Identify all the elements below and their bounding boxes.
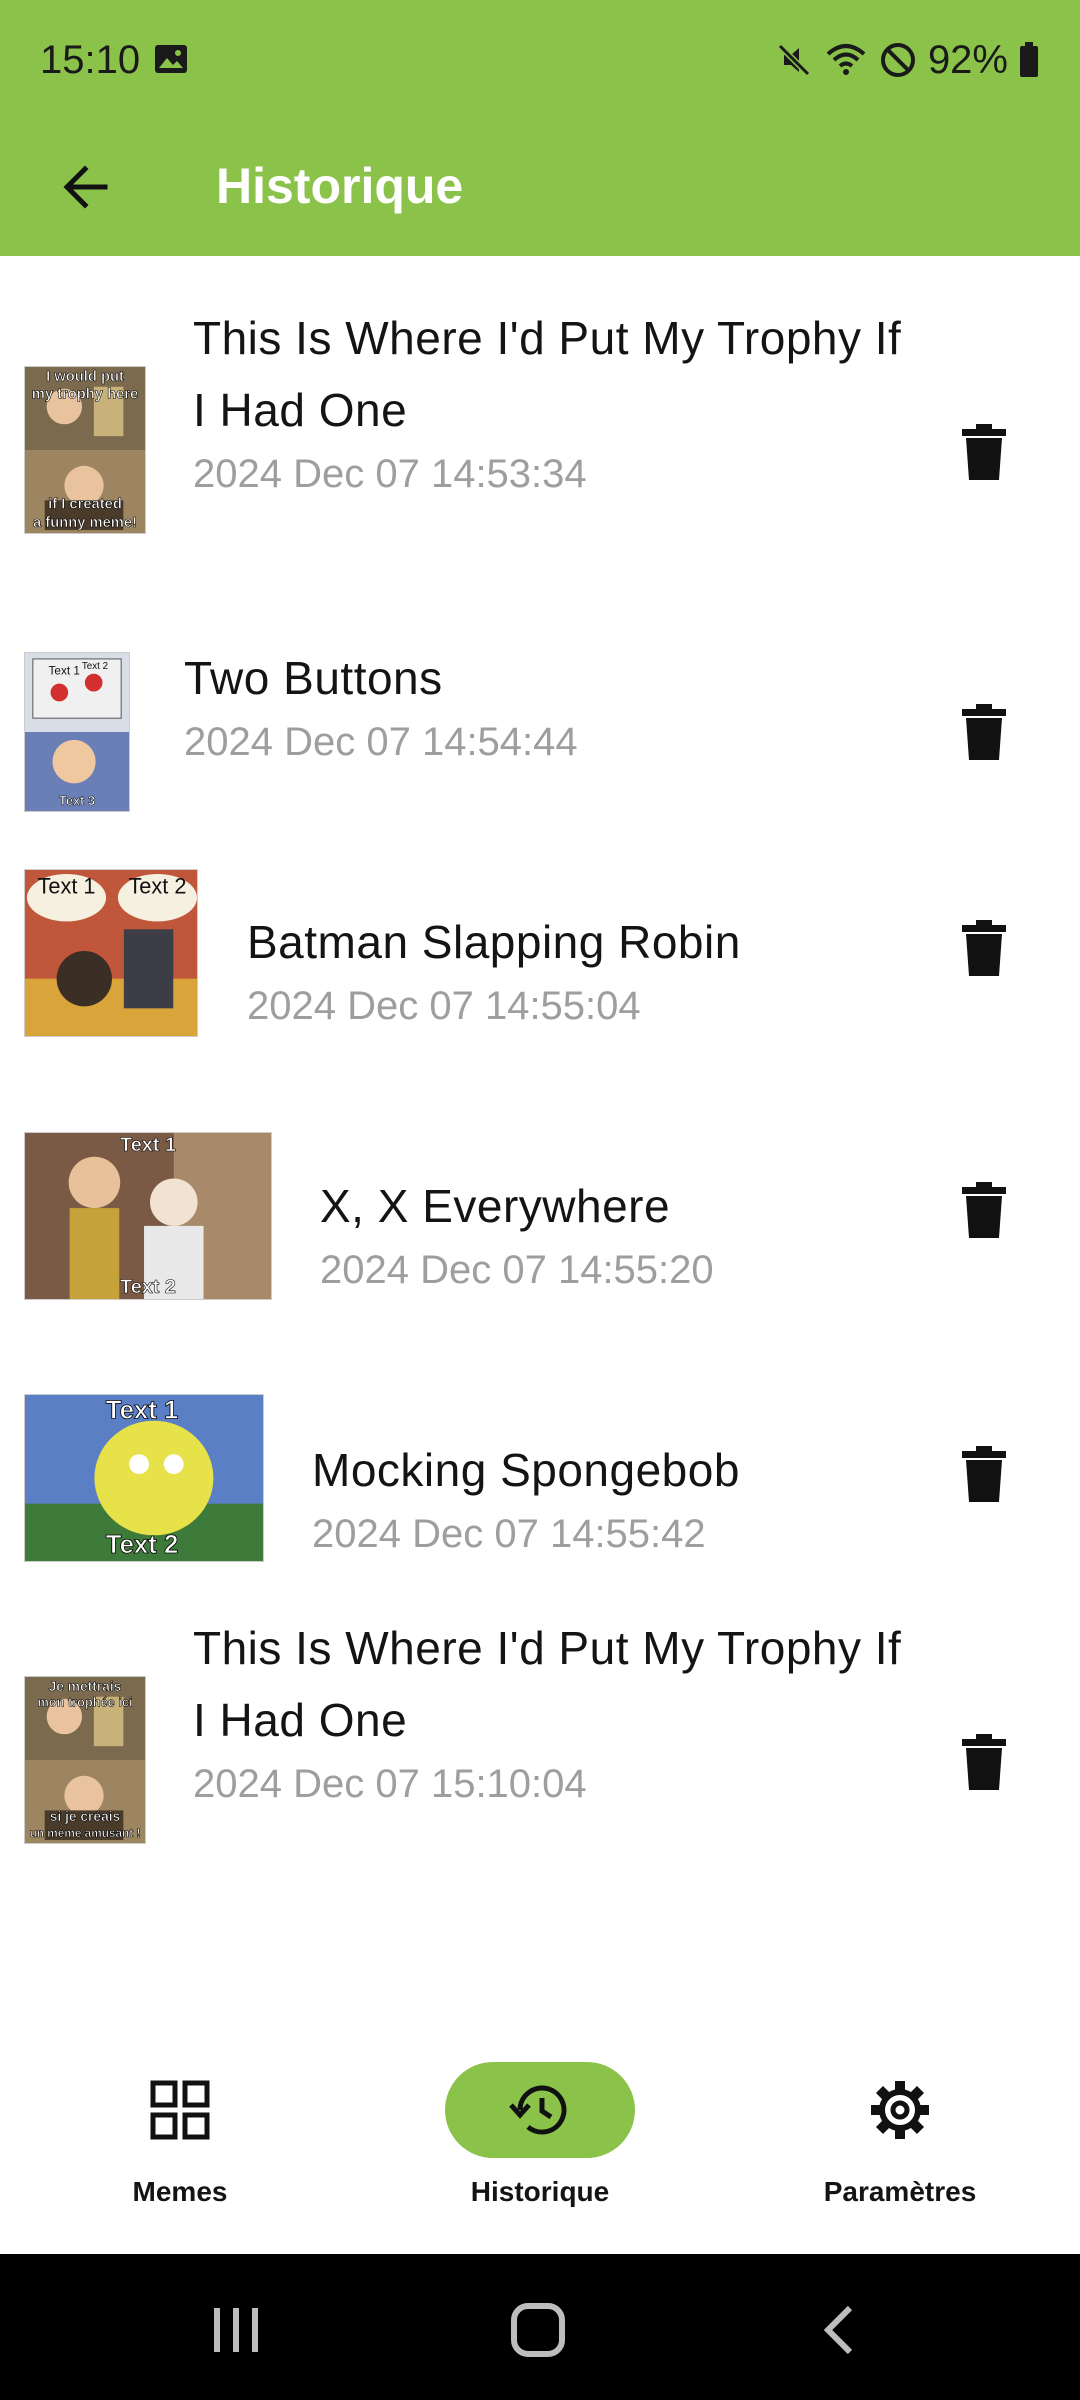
thumb-caption: Text 2 — [82, 661, 108, 672]
status-icons: 92% — [774, 36, 1040, 84]
recent-apps-button[interactable] — [196, 2290, 276, 2370]
history-item[interactable]: Text 1 Text 2 Batman Slapping Robin 2024… — [0, 866, 1080, 1046]
meme-name: X, X Everywhere — [320, 1180, 671, 1232]
gear-icon — [871, 2081, 929, 2139]
item-text: This Is Where I'd Put My Trophy If I Had… — [193, 1612, 913, 1812]
bottom-navigation: Memes Historique Paramètres — [0, 2040, 1080, 2254]
status-time: 15:10 — [40, 38, 141, 82]
wifi-icon — [826, 44, 866, 75]
meme-name: This Is Where I'd Put My Trophy If I Had… — [193, 312, 902, 436]
thumb-caption: Text 1 — [49, 664, 80, 678]
system-back-icon — [823, 2305, 853, 2355]
meme-thumbnail: Text 1 Text 2 — [24, 869, 198, 1037]
thumb-caption: Text 2 — [106, 1531, 179, 1559]
trash-icon — [962, 920, 1006, 976]
meme-date: 2024 Dec 07 14:53:34 — [193, 452, 587, 496]
delete-button[interactable] — [944, 692, 1024, 772]
thumb-caption: my trophy here — [32, 387, 138, 403]
thumb-caption: Je mettrais — [49, 1679, 122, 1694]
nav-icon-container — [85, 2062, 275, 2158]
mute-icon — [777, 43, 811, 77]
history-item[interactable]: Text 1 Text 2 X, X Everywhere 2024 Dec 0… — [0, 1130, 1080, 1310]
recent-apps-icon — [214, 2308, 258, 2352]
nav-item-parametres[interactable]: Paramètres — [750, 2060, 1050, 2240]
top-toolbar: Historique — [0, 120, 1080, 256]
history-icon — [509, 2085, 567, 2135]
thumb-caption: Text 1 — [120, 1134, 176, 1156]
meme-thumbnail: Text 1 Text 2 — [24, 1132, 272, 1300]
thumb-caption: un mème amusant ! — [30, 1826, 141, 1840]
battery-icon — [1020, 42, 1038, 77]
thumb-caption: a funny meme! — [33, 515, 137, 531]
trash-icon — [962, 1734, 1006, 1790]
meme-name: Batman Slapping Robin — [247, 916, 741, 968]
delete-button[interactable] — [944, 1170, 1024, 1250]
delete-button[interactable] — [944, 908, 1024, 988]
arrow-back-icon — [63, 165, 108, 209]
trash-icon — [962, 704, 1006, 760]
history-item[interactable]: Je mettrais mon trophée ici si je créais… — [0, 1622, 1080, 1868]
thumb-caption: if I created — [48, 496, 122, 512]
battery-percent: 92% — [927, 37, 1008, 82]
nav-icon-container — [445, 2062, 635, 2158]
trash-icon — [962, 1182, 1006, 1238]
thumb-caption: I would put — [46, 369, 124, 385]
delete-button[interactable] — [944, 412, 1024, 492]
app-bar: 15:10 92% Historique — [0, 0, 1080, 256]
system-back-button[interactable] — [800, 2290, 880, 2370]
item-text: Batman Slapping Robin 2024 Dec 07 14:55:… — [247, 906, 927, 1034]
meme-thumbnail: Text 1 Text 2 — [24, 1394, 264, 1562]
meme-name: Two Buttons — [184, 652, 443, 704]
nav-icon-container — [805, 2062, 995, 2158]
thumb-caption: mon trophée ici — [37, 1695, 132, 1710]
delete-button[interactable] — [944, 1722, 1024, 1802]
meme-thumbnail: I would put my trophy here if I created … — [24, 366, 146, 534]
item-text: X, X Everywhere 2024 Dec 07 14:55:20 — [320, 1170, 920, 1298]
thumb-caption: Text 1 — [106, 1397, 179, 1425]
status-bar: 15:10 92% — [0, 0, 1080, 120]
thumb-caption: Text 1 — [38, 874, 96, 899]
item-text: Two Buttons 2024 Dec 07 14:54:44 — [184, 642, 904, 770]
thumb-caption: si je créais — [50, 1809, 121, 1824]
item-text: Mocking Spongebob 2024 Dec 07 14:55:42 — [312, 1434, 922, 1562]
meme-thumbnail: Text 1 Text 2 Text 3 — [24, 652, 130, 812]
nav-label: Memes — [132, 2176, 228, 2207]
grid-icon — [150, 2080, 210, 2140]
thumb-caption: Text 3 — [59, 793, 95, 808]
delete-button[interactable] — [944, 1434, 1024, 1514]
nav-item-historique[interactable]: Historique — [390, 2060, 690, 2240]
history-item[interactable]: I would put my trophy here if I created … — [0, 302, 1080, 534]
nav-label: Paramètres — [823, 2176, 977, 2207]
history-item[interactable]: Text 1 Text 2 Mocking Spongebob 2024 Dec… — [0, 1394, 1080, 1574]
meme-thumbnail: Je mettrais mon trophée ici si je créais… — [24, 1676, 146, 1844]
home-button[interactable] — [498, 2290, 578, 2370]
history-item[interactable]: Text 1 Text 2 Text 3 Two Buttons 2024 De… — [0, 602, 1080, 812]
meme-date: 2024 Dec 07 14:55:20 — [320, 1248, 714, 1292]
item-text: This Is Where I'd Put My Trophy If I Had… — [193, 302, 913, 502]
gallery-icon — [154, 44, 188, 74]
meme-name: Mocking Spongebob — [312, 1444, 740, 1496]
meme-date: 2024 Dec 07 15:10:04 — [193, 1762, 587, 1806]
trash-icon — [962, 424, 1006, 480]
page-title: Historique — [216, 158, 464, 214]
meme-date: 2024 Dec 07 14:54:44 — [184, 720, 578, 764]
trash-icon — [962, 1446, 1006, 1502]
meme-name: This Is Where I'd Put My Trophy If I Had… — [193, 1622, 902, 1746]
do-not-disturb-icon — [880, 43, 915, 77]
meme-date: 2024 Dec 07 14:55:42 — [312, 1512, 706, 1556]
home-icon — [511, 2303, 565, 2357]
nav-item-memes[interactable]: Memes — [30, 2060, 330, 2240]
nav-label: Historique — [470, 2176, 610, 2207]
thumb-caption: Text 2 — [120, 1276, 176, 1298]
system-navigation-bar — [0, 2254, 1080, 2400]
meme-date: 2024 Dec 07 14:55:04 — [247, 984, 641, 1028]
thumb-caption: Text 2 — [128, 874, 186, 899]
back-button[interactable] — [40, 142, 130, 232]
